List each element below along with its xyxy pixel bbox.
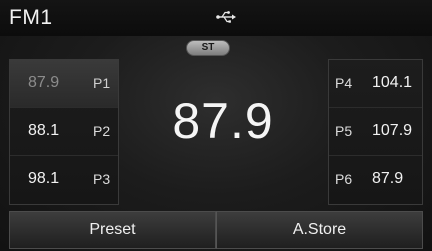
- stereo-badge: ST: [186, 40, 230, 56]
- preset-p2[interactable]: 88.1 P2: [10, 108, 118, 156]
- preset-list-left: 87.9 P1 88.1 P2 98.1 P3: [9, 59, 119, 205]
- preset-list-right: P4 104.1 P5 107.9 P6 87.9: [328, 59, 423, 205]
- preset-frequency: 104.1: [372, 74, 413, 91]
- bottom-button-bar: Preset A.Store: [9, 211, 423, 249]
- status-bar: FM1: [0, 0, 432, 36]
- preset-frequency: 87.9: [372, 170, 404, 187]
- auto-store-button[interactable]: A.Store: [216, 211, 423, 249]
- radio-screen: FM1 ST 87.9 P1 88.1 P2 98.1 P3 87.9 P4 1…: [0, 0, 432, 251]
- preset-number: P5: [335, 123, 353, 139]
- preset-frequency: 107.9: [372, 122, 413, 139]
- preset-number: P4: [335, 75, 353, 91]
- preset-p4[interactable]: P4 104.1: [329, 60, 422, 108]
- band-label: FM1: [9, 6, 53, 29]
- preset-button[interactable]: Preset: [9, 211, 216, 249]
- preset-frequency: 87.9: [28, 74, 60, 91]
- preset-p6[interactable]: P6 87.9: [329, 156, 422, 204]
- preset-number: P6: [335, 171, 353, 187]
- preset-frequency: 98.1: [28, 170, 60, 187]
- preset-frequency: 88.1: [28, 122, 60, 139]
- preset-p5[interactable]: P5 107.9: [329, 108, 422, 156]
- preset-p1[interactable]: 87.9 P1: [10, 60, 118, 108]
- preset-number: P3: [93, 171, 111, 187]
- preset-number: P2: [93, 123, 111, 139]
- usb-icon: [216, 11, 236, 23]
- current-frequency: 87.9: [172, 93, 274, 149]
- preset-p3[interactable]: 98.1 P3: [10, 156, 118, 204]
- preset-number: P1: [93, 75, 111, 91]
